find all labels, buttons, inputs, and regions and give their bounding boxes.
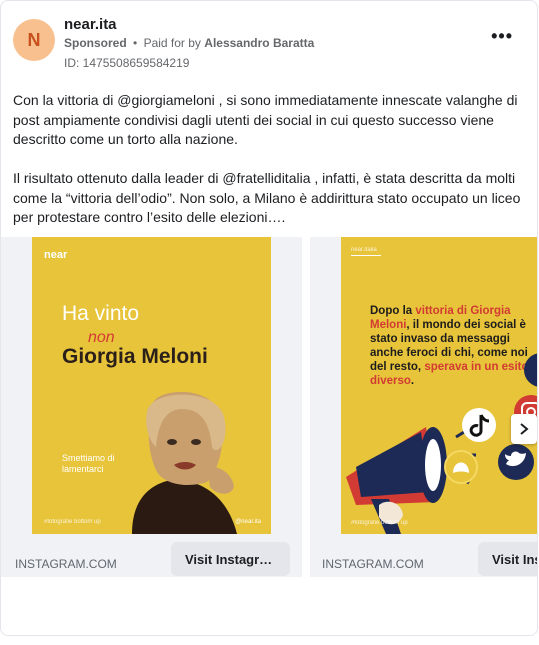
avatar-letter: N <box>27 29 41 50</box>
megaphone-icon <box>346 427 447 534</box>
page-avatar[interactable]: N <box>13 19 55 61</box>
carousel-card-2[interactable]: near.italia Dopo la vittoria di Giorgia … <box>310 237 537 577</box>
carousel[interactable]: near Ha vinto non Giorgia Meloni Smettia… <box>1 237 537 587</box>
snapchat-icon <box>444 450 478 484</box>
card-2-cta-button[interactable]: Visit Instagram <box>478 542 537 576</box>
creative-2-credit: #fotografie bottom up <box>351 520 408 526</box>
creative-caption: Smettiamo di lamentarci <box>62 453 115 474</box>
creative-credit-right: @near.ita <box>235 519 261 525</box>
card-1-url: INSTAGRAM.COM <box>15 557 117 571</box>
carousel-next-button[interactable] <box>511 414 537 444</box>
ad-card: N near.ita Sponsored • Paid for by Aless… <box>0 0 538 636</box>
carousel-card-1[interactable]: near Ha vinto non Giorgia Meloni Smettia… <box>1 237 302 577</box>
creative-2-illustration <box>346 353 537 534</box>
sponsor-line: Sponsored • Paid for by Alessandro Barat… <box>64 36 314 50</box>
creative-headline-bottom: Giorgia Meloni <box>62 345 208 368</box>
creative-image-1[interactable]: near Ha vinto non Giorgia Meloni Smettia… <box>32 237 271 534</box>
card-1-cta-button[interactable]: Visit Instagr… <box>171 542 290 576</box>
creative-credit-left: #fotografie bottom up <box>44 519 101 525</box>
page-name[interactable]: near.ita <box>64 16 117 33</box>
card-2-url: INSTAGRAM.COM <box>322 557 424 571</box>
more-options-button[interactable]: ••• <box>491 27 513 45</box>
near-logo: near <box>44 249 68 261</box>
ad-id: ID: 1475508659584219 <box>64 56 190 70</box>
payer-name: Alessandro Baratta <box>204 36 315 50</box>
paid-for-by-label: Paid for by <box>143 36 201 50</box>
sponsored-label: Sponsored <box>64 36 127 50</box>
ad-body-text: Con la vittoria di @giorgiameloni , si s… <box>13 91 528 228</box>
creative-headline-top: Ha vinto <box>62 302 140 325</box>
body-paragraph-2: Il risultato ottenuto dalla leader di @f… <box>13 170 521 225</box>
creative-image-2[interactable]: near.italia Dopo la vittoria di Giorgia … <box>341 237 537 534</box>
chevron-right-icon <box>520 423 529 435</box>
body-paragraph-1: Con la vittoria di @giorgiameloni , si s… <box>13 92 518 147</box>
tiktok-icon <box>462 408 496 442</box>
separator-dot: • <box>133 36 138 50</box>
twitter-icon <box>498 444 534 480</box>
